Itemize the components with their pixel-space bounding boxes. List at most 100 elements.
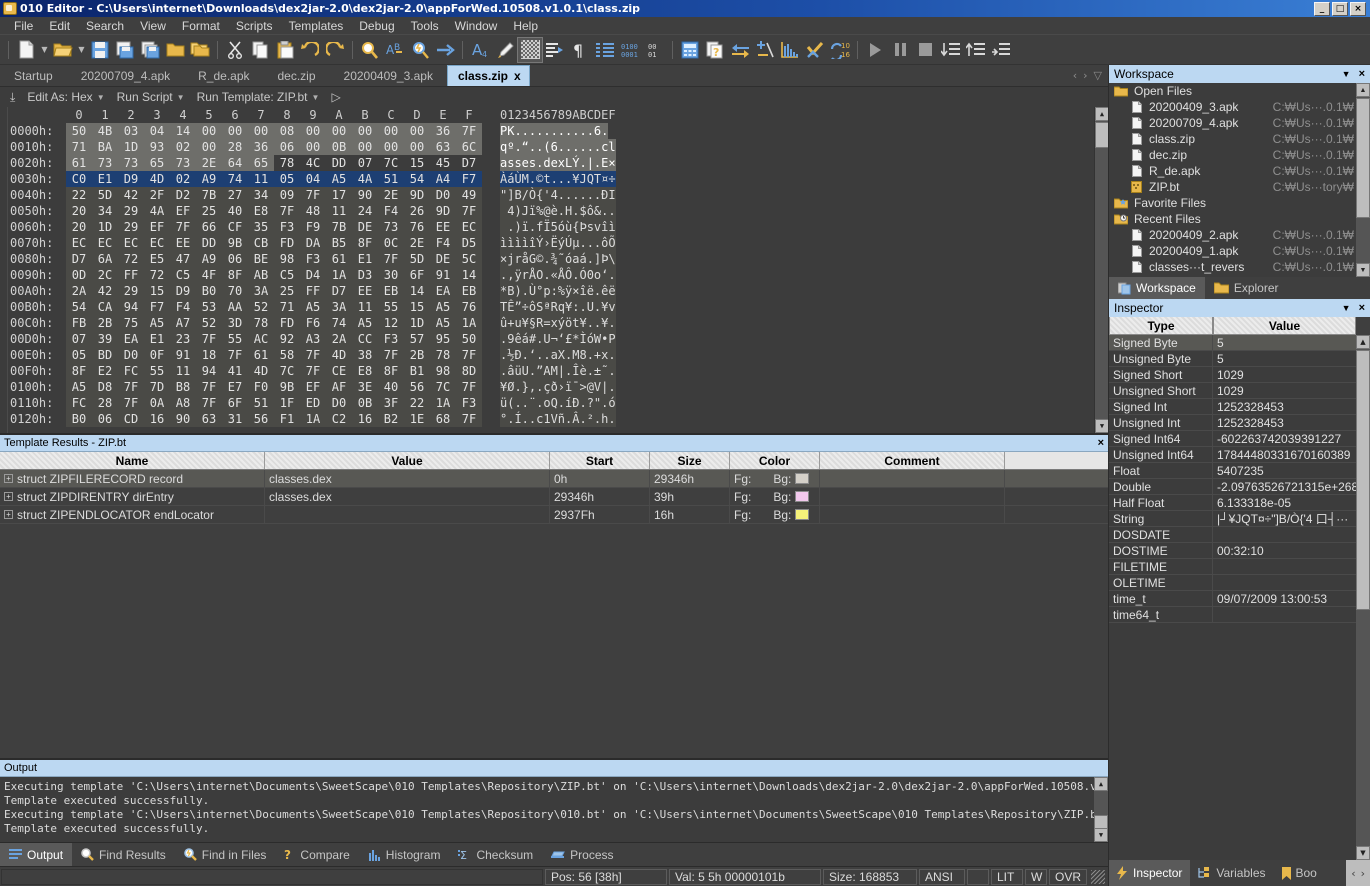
hex-byte[interactable]: E8	[248, 203, 274, 219]
hex-byte[interactable]: 2A	[326, 331, 352, 347]
hex-byte[interactable]: 00	[352, 123, 378, 139]
status-encoding[interactable]: ANSI	[919, 868, 965, 885]
hex-byte[interactable]: 9D	[404, 187, 430, 203]
calculator-icon[interactable]	[678, 38, 702, 62]
hex-byte[interactable]: 11	[326, 203, 352, 219]
menu-templates[interactable]: Templates	[281, 18, 352, 34]
hex-byte[interactable]: 9B	[222, 235, 248, 251]
hex-byte[interactable]: 41	[222, 363, 248, 379]
hex-byte[interactable]: 17	[326, 187, 352, 203]
hex-byte[interactable]: 04	[300, 171, 326, 187]
hex-byte[interactable]: CB	[248, 235, 274, 251]
hex-byte[interactable]: 75	[118, 315, 144, 331]
inspector-row[interactable]: Unsigned Int 1252328453	[1109, 415, 1370, 431]
hex-byte-group[interactable]: 61 73 73 65	[66, 155, 170, 171]
hex-byte[interactable]: 73	[92, 155, 118, 171]
decimal-icon[interactable]: 00 01	[643, 38, 667, 62]
hex-byte[interactable]: 7C	[430, 379, 456, 395]
hex-row[interactable]: 0080h: D7 6A 72 E5 47 A9 06 BE 98 F3 61 E1 7F 5D DE 5C ×j…	[8, 251, 1108, 267]
hex-byte[interactable]: F7	[456, 171, 482, 187]
hex-byte[interactable]: 7B	[196, 187, 222, 203]
hex-byte-group[interactable]: 51 54 A4 F7	[378, 171, 482, 187]
hex-row-bytes[interactable]: FB 2B 75 A5 A7 52 3D 78 FD F6 74 A5 12 1D A5 1A	[66, 315, 482, 331]
hex-byte[interactable]: C2	[326, 411, 352, 427]
hex-byte[interactable]: 9D	[430, 203, 456, 219]
hex-byte-group[interactable]: C0 E1 D9 4D	[66, 171, 170, 187]
hex-byte[interactable]: AC	[248, 331, 274, 347]
histogram-icon[interactable]	[778, 38, 802, 62]
inspector-value[interactable]: 09/07/2009 13:00:53	[1213, 591, 1356, 606]
hex-byte[interactable]: 35	[248, 219, 274, 235]
hex-byte[interactable]: D7	[326, 283, 352, 299]
hex-byte[interactable]: 91	[430, 267, 456, 283]
hex-byte[interactable]: E7	[222, 379, 248, 395]
hex-byte[interactable]: BD	[92, 347, 118, 363]
hex-byte[interactable]: EB	[378, 283, 404, 299]
hex-byte[interactable]: 40	[222, 203, 248, 219]
hex-byte[interactable]: CF	[222, 219, 248, 235]
inspector-value[interactable]: 5407235	[1213, 463, 1356, 478]
hex-byte[interactable]: B1	[404, 363, 430, 379]
hex-row[interactable]: 00F0h: 8F E2 FC 55 11 94 41 4D 7C 7F CE E8 8F B1 98 8D .â…	[8, 363, 1108, 379]
hex-byte[interactable]: 8F	[352, 235, 378, 251]
hex-byte[interactable]: 98	[274, 251, 300, 267]
column-header-type[interactable]: Type	[1109, 317, 1213, 335]
chevron-down-icon[interactable]: ▽	[1094, 69, 1102, 82]
copy-icon[interactable]	[248, 38, 272, 62]
hex-byte[interactable]: 11	[352, 299, 378, 315]
cut-icon[interactable]	[223, 38, 247, 62]
hex-byte[interactable]: 2E	[378, 187, 404, 203]
inspector-row[interactable]: Half Float 6.133318e-05	[1109, 495, 1370, 511]
hex-byte-group[interactable]: FC 28 7F 0A	[66, 395, 170, 411]
inspector-value[interactable]: 1252328453	[1213, 399, 1356, 414]
hex-byte[interactable]: F6	[300, 315, 326, 331]
hex-byte[interactable]: 3E	[352, 379, 378, 395]
hex-byte[interactable]: F7	[144, 299, 170, 315]
hex-byte-group[interactable]: 58 7F 4D 38	[274, 347, 378, 363]
hex-byte[interactable]: 05	[274, 171, 300, 187]
close-icon[interactable]: ×	[1359, 68, 1365, 80]
hex-byte[interactable]: 76	[404, 219, 430, 235]
hex-byte[interactable]: CD	[118, 411, 144, 427]
resize-grip-icon[interactable]	[1091, 869, 1105, 884]
hex-byte[interactable]: 2A	[66, 283, 92, 299]
hex-byte[interactable]: D4	[300, 267, 326, 283]
hex-byte[interactable]: 7C	[274, 363, 300, 379]
chevron-down-icon[interactable]: ▼	[1342, 303, 1351, 313]
hex-row-bytes[interactable]: 61 73 73 65 73 2E 64 65 78 4C DD 07 7C 15 45 D7	[66, 155, 482, 171]
hex-row[interactable]: 00B0h: 54 CA 94 F7 F4 53 AA 52 71 A5 3A 11 55 15 A5 76 TÊ…	[8, 299, 1108, 315]
hex-byte[interactable]: D9	[170, 283, 196, 299]
hex-byte-group[interactable]: D2 7B 27 34	[170, 187, 274, 203]
hex-byte[interactable]: 55	[144, 363, 170, 379]
hex-byte[interactable]: 23	[170, 331, 196, 347]
hex-byte-group[interactable]: 30 6F 91 14	[378, 267, 482, 283]
hex-byte[interactable]: D9	[118, 171, 144, 187]
menu-search[interactable]: Search	[78, 18, 132, 34]
hex-row[interactable]: 0120h: B0 06 CD 16 90 63 31 56 F1 1A C2 16 B2 1E 68 7F °.…	[8, 411, 1108, 427]
hex-byte-group[interactable]: EC EC EC EC	[66, 235, 170, 251]
workspace-file-item[interactable]: class.zip C:₩Us···.0.1₩	[1109, 131, 1370, 147]
hex-byte[interactable]: 1A	[326, 267, 352, 283]
hex-byte[interactable]: 1D	[92, 219, 118, 235]
tab-workspace[interactable]: Workspace	[1109, 277, 1205, 299]
scroll-down-icon[interactable]: ▼	[1094, 828, 1108, 842]
hex-byte-group[interactable]: 02 A9 74 11	[170, 171, 274, 187]
inspector-value[interactable]: -2.09763526721315e+268	[1213, 479, 1356, 494]
tab-compare[interactable]: ? Compare	[275, 843, 358, 866]
hex-byte[interactable]: F1	[274, 411, 300, 427]
hex-byte[interactable]: CE	[326, 363, 352, 379]
hex-byte[interactable]: EF	[300, 379, 326, 395]
inspector-value[interactable]: 5	[1213, 335, 1356, 350]
hex-byte[interactable]: 2E	[196, 155, 222, 171]
hex-byte-group[interactable]: 05 04 A5 4A	[274, 171, 378, 187]
workspace-file-item[interactable]: 20200709_4.apk C:₩Us···.0.1₩	[1109, 115, 1370, 131]
hex-byte[interactable]: EC	[92, 235, 118, 251]
arithmetic-icon[interactable]	[753, 38, 777, 62]
hex-row-bytes[interactable]: 20 34 29 4A EF 25 40 E8 7F 48 11 24 F4 26 9D 7F	[66, 203, 482, 219]
hex-byte[interactable]: 4D	[248, 363, 274, 379]
hex-byte[interactable]: 11	[248, 171, 274, 187]
file-tab-dec-zip[interactable]: dec.zip	[264, 65, 330, 86]
hex-row[interactable]: 0040h: 22 5D 42 2F D2 7B 27 34 09 7F 17 90 2E 9D D0 49 "]…	[8, 187, 1108, 203]
hex-row[interactable]: 0050h: 20 34 29 4A EF 25 40 E8 7F 48 11 24 F4 26 9D 7F 4…	[8, 203, 1108, 219]
hex-row-bytes[interactable]: B0 06 CD 16 90 63 31 56 F1 1A C2 16 B2 1E 68 7F	[66, 411, 482, 427]
